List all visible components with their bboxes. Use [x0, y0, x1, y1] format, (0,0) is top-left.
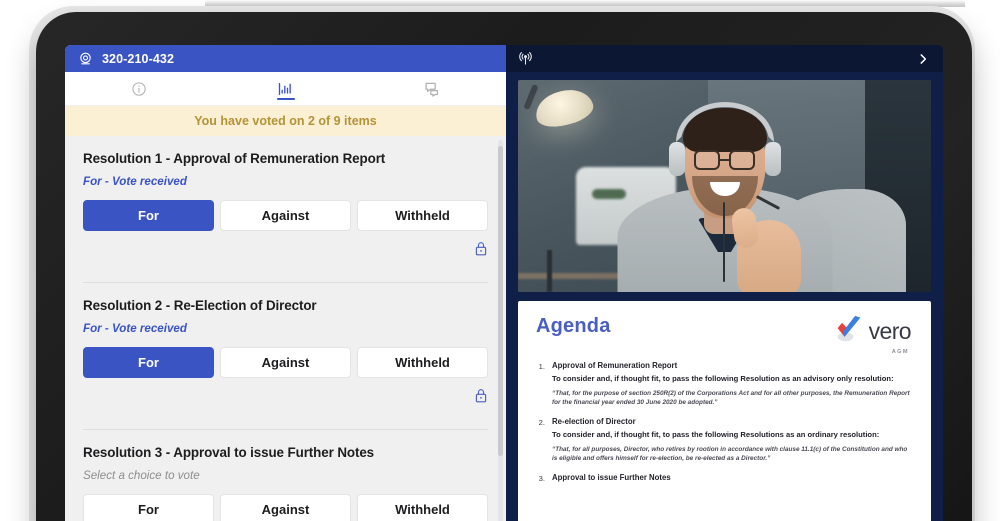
vote-choice-withheld[interactable]: Withheld — [357, 200, 488, 231]
tab-voting[interactable] — [212, 72, 359, 105]
vote-choice-group: For Against Withheld — [83, 347, 488, 378]
lock-icon[interactable] — [474, 388, 488, 403]
video-headset-cup-left — [668, 142, 685, 176]
video-glasses-right — [728, 150, 755, 170]
app-header: 320-210-432 — [65, 45, 506, 72]
resolutions-scroll-area[interactable]: Resolution 1 - Approval of Remuneration … — [65, 136, 506, 521]
video-headset-cup-right — [764, 142, 781, 176]
lock-row — [83, 378, 488, 415]
presentation-panel: Agenda vero AGM 1. Approval of Remunerat… — [506, 45, 943, 521]
broadcast-icon[interactable] — [518, 51, 533, 66]
agenda-item-number: 1. — [538, 362, 545, 371]
vote-choice-group: For Against Withheld — [83, 494, 488, 521]
presentation-panel-header — [506, 45, 943, 72]
resolution-item: Resolution 3 - Approval to issue Further… — [83, 429, 488, 521]
agenda-item: 3. Approval to issue Further Notes — [536, 473, 911, 486]
resolution-item: Resolution 2 - Re-Election of Director F… — [83, 282, 488, 415]
agenda-title: Agenda — [536, 315, 611, 337]
resolution-status: For - Vote received — [83, 175, 187, 188]
vote-choice-group: For Against Withheld — [83, 200, 488, 231]
tablet-bezel: 320-210-432 You have voted on 2 of 9 ite… — [36, 12, 972, 521]
vero-check-icon — [834, 315, 864, 348]
lock-icon[interactable] — [474, 241, 488, 256]
presenter-video-tile[interactable] — [518, 80, 931, 292]
resolution-status: Select a choice to vote — [83, 469, 200, 482]
vote-choice-for[interactable]: For — [83, 494, 214, 521]
vote-choice-withheld[interactable]: Withheld — [357, 347, 488, 378]
agenda-item: 2. Re-election of Director To consider a… — [536, 417, 911, 464]
agenda-item-number: 3. — [538, 474, 545, 483]
info-circle-icon — [131, 81, 147, 97]
bar-chart-icon — [277, 81, 294, 97]
resolution-item: Resolution 1 - Approval of Remuneration … — [83, 136, 488, 268]
tablet-screen: 320-210-432 You have voted on 2 of 9 ite… — [65, 45, 943, 521]
resolution-title: Resolution 2 - Re-Election of Director — [83, 298, 317, 313]
tab-bar — [65, 72, 506, 106]
agenda-item-number: 2. — [538, 418, 545, 427]
meeting-id-label: 320-210-432 — [102, 51, 174, 66]
agenda-item-quote: “That, for the purpose of section 250R(2… — [552, 389, 910, 407]
resolution-status: For - Vote received — [83, 322, 187, 335]
video-desk-leg — [546, 249, 552, 292]
vote-choice-for[interactable]: For — [83, 347, 214, 378]
webcam-icon — [78, 51, 93, 66]
resolution-title: Resolution 3 - Approval to issue Further… — [83, 445, 375, 460]
chevron-right-icon[interactable] — [916, 52, 930, 66]
agenda-document-header: Agenda vero AGM — [536, 315, 912, 355]
vote-choice-against[interactable]: Against — [220, 494, 351, 521]
resolution-title: Resolution 1 - Approval of Remuneration … — [83, 151, 386, 166]
screenshot-stage: 320-210-432 You have voted on 2 of 9 ite… — [0, 0, 1000, 521]
agenda-item-body: Re-election of Director To consider and,… — [552, 417, 911, 464]
video-headset-wire — [722, 202, 725, 282]
vote-choice-against[interactable]: Against — [220, 200, 351, 231]
video-plant — [592, 188, 627, 199]
agenda-item-quote: “That, for all purposes, Director, who r… — [552, 445, 908, 463]
agenda-item-heading: Re-election of Director — [552, 417, 636, 426]
vero-logo: vero AGM — [834, 315, 912, 355]
scrollbar-thumb[interactable] — [498, 146, 503, 456]
lock-row — [83, 231, 488, 268]
vero-sublabel: AGM — [891, 349, 909, 355]
tab-info[interactable] — [65, 72, 212, 105]
agenda-document[interactable]: Agenda vero AGM 1. Approval of Remunerat… — [518, 301, 931, 521]
agenda-item-lead: To consider and, if thought fit, to pass… — [552, 374, 894, 383]
vote-choice-against[interactable]: Against — [220, 347, 351, 378]
video-glasses-left — [693, 150, 720, 170]
agenda-item-body: Approval of Remuneration Report To consi… — [552, 361, 911, 408]
agenda-item-body: Approval to issue Further Notes — [552, 473, 911, 486]
agenda-item-list: 1. Approval of Remuneration Report To co… — [536, 361, 911, 486]
agenda-item-lead: To consider and, if thought fit, to pass… — [552, 430, 880, 439]
vero-wordmark: vero — [868, 318, 912, 344]
vote-choice-withheld[interactable]: Withheld — [357, 494, 488, 521]
agenda-item-heading: Approval to issue Further Notes — [552, 473, 671, 482]
tab-chat[interactable] — [359, 72, 506, 105]
vote-choice-for[interactable]: For — [83, 200, 214, 231]
voting-panel: 320-210-432 You have voted on 2 of 9 ite… — [65, 45, 506, 521]
vote-progress-banner: You have voted on 2 of 9 items — [65, 106, 506, 136]
agenda-item-heading: Approval of Remuneration Report — [552, 361, 678, 370]
vote-progress-text: You have voted on 2 of 9 items — [194, 114, 377, 128]
video-glasses-bridge — [719, 158, 730, 161]
agenda-item: 1. Approval of Remuneration Report To co… — [536, 361, 911, 408]
chat-bubbles-icon — [424, 81, 442, 97]
